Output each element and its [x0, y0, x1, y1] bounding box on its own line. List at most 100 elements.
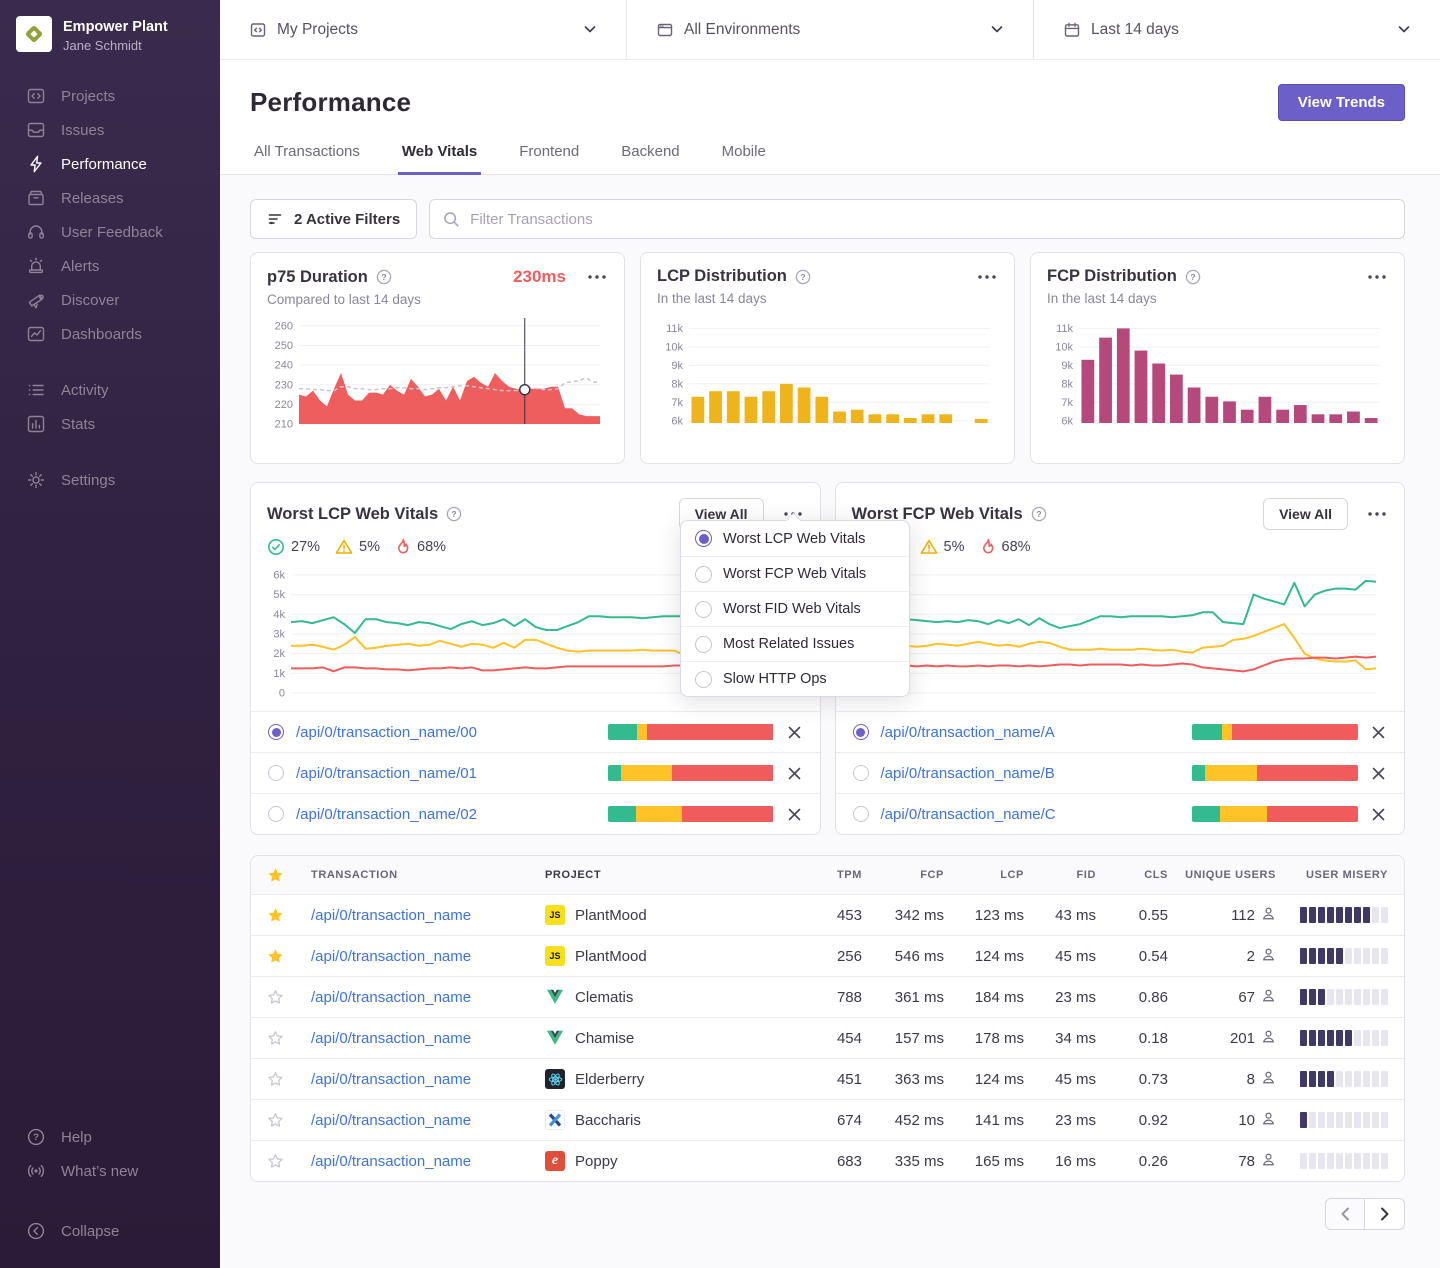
dropdown-item-label: Slow HTTP Ops: [723, 671, 827, 687]
close-icon[interactable]: [1370, 765, 1387, 782]
transaction-link[interactable]: /api/0/transaction_name: [311, 907, 471, 924]
dropdown-item-worst-fid-web-vitals[interactable]: Worst FID Web Vitals: [681, 591, 909, 626]
svg-text:8k: 8k: [1061, 378, 1073, 390]
project-name[interactable]: PlantMood: [575, 907, 647, 924]
card-menu-button[interactable]: [1366, 508, 1388, 520]
active-filters-button[interactable]: 2 Active Filters: [250, 199, 417, 239]
project-name[interactable]: Poppy: [575, 1153, 618, 1170]
svg-text:9k: 9k: [1061, 360, 1073, 372]
pagination-prev-button[interactable]: [1325, 1198, 1365, 1230]
project-name[interactable]: Baccharis: [575, 1112, 641, 1129]
column-header-cls: CLS: [1096, 869, 1168, 881]
project-name[interactable]: PlantMood: [575, 948, 647, 965]
star-outline-icon[interactable]: [267, 1071, 311, 1088]
close-icon[interactable]: [1370, 724, 1387, 741]
transaction-link[interactable]: /api/0/transaction_name/A: [881, 724, 1181, 741]
transaction-link[interactable]: /api/0/transaction_name/01: [296, 765, 596, 782]
transaction-link[interactable]: /api/0/transaction_name/02: [296, 806, 596, 823]
help-circle-icon[interactable]: ?: [1185, 269, 1201, 285]
project-name[interactable]: Clematis: [575, 989, 633, 1006]
project-name[interactable]: Chamise: [575, 1030, 634, 1047]
stats-icon: [26, 414, 46, 434]
tab-all-transactions[interactable]: All Transactions: [250, 143, 364, 175]
star-outline-icon[interactable]: [267, 989, 311, 1006]
transaction-link[interactable]: /api/0/transaction_name: [311, 989, 471, 1006]
star-filled-icon[interactable]: [267, 948, 311, 965]
tab-mobile[interactable]: Mobile: [718, 143, 770, 175]
project-name[interactable]: Elderberry: [575, 1071, 644, 1088]
help-circle-icon[interactable]: ?: [795, 269, 811, 285]
sidebar-item-activity[interactable]: Activity: [0, 373, 220, 407]
search-input[interactable]: [470, 211, 1391, 228]
org-switcher[interactable]: Empower Plant Jane Schmidt: [0, 14, 220, 79]
close-icon[interactable]: [1370, 806, 1387, 823]
card-menu-button[interactable]: [586, 271, 608, 283]
transaction-radio[interactable]: [268, 724, 284, 740]
help-circle-icon[interactable]: ?: [446, 506, 462, 522]
sidebar-item-alerts[interactable]: Alerts: [0, 249, 220, 283]
sidebar-item-label: Stats: [61, 416, 95, 433]
transaction-radio[interactable]: [268, 765, 284, 781]
sidebar-item-dashboards[interactable]: Dashboards: [0, 317, 220, 351]
sidebar-item-performance[interactable]: Performance: [0, 147, 220, 181]
view-trends-button[interactable]: View Trends: [1278, 84, 1405, 121]
pagination-next-button[interactable]: [1365, 1198, 1405, 1230]
sidebar-item-discover[interactable]: Discover: [0, 283, 220, 317]
sidebar-item-issues[interactable]: Issues: [0, 113, 220, 147]
sidebar-item-help[interactable]: ?Help: [0, 1120, 220, 1154]
tab-backend[interactable]: Backend: [617, 143, 683, 175]
transaction-link[interactable]: /api/0/transaction_name: [311, 948, 471, 965]
transaction-link[interactable]: /api/0/transaction_name/C: [881, 806, 1181, 823]
column-header-tpm: TPM: [800, 869, 862, 881]
close-icon[interactable]: [786, 765, 803, 782]
sidebar-item-projects[interactable]: Projects: [0, 79, 220, 113]
tab-web-vitals[interactable]: Web Vitals: [398, 143, 481, 175]
sidebar-collapse-button[interactable]: Collapse: [0, 1214, 220, 1248]
transaction-link[interactable]: /api/0/transaction_name: [311, 1030, 471, 1047]
discover-icon: [26, 290, 46, 310]
view-all-button[interactable]: View All: [1263, 498, 1348, 530]
card-subtitle: In the last 14 days: [657, 291, 998, 306]
star-outline-icon[interactable]: [267, 1112, 311, 1129]
svg-text:7k: 7k: [1061, 397, 1073, 409]
help-circle-icon[interactable]: ?: [376, 269, 392, 285]
transaction-radio[interactable]: [853, 724, 869, 740]
sidebar-item-what-s-new[interactable]: What’s new: [0, 1154, 220, 1188]
transaction-link[interactable]: /api/0/transaction_name: [311, 1112, 471, 1129]
dropdown-item-most-related-issues[interactable]: Most Related Issues: [681, 626, 909, 661]
environment-filter[interactable]: All Environments: [627, 0, 1034, 59]
date-range-filter[interactable]: Last 14 days: [1034, 0, 1440, 59]
svg-text:260: 260: [275, 320, 293, 332]
star-column-header[interactable]: [267, 867, 311, 884]
star-outline-icon[interactable]: [267, 1153, 311, 1170]
card-menu-button[interactable]: [976, 271, 998, 283]
user-misery-cell: [1276, 1030, 1388, 1046]
project-filter[interactable]: My Projects: [220, 0, 627, 59]
sidebar-item-stats[interactable]: Stats: [0, 407, 220, 441]
fid-value: 23 ms: [1024, 989, 1096, 1006]
transaction-link[interactable]: /api/0/transaction_name/00: [296, 724, 596, 741]
transaction-radio[interactable]: [853, 806, 869, 822]
close-icon[interactable]: [786, 724, 803, 741]
search-icon: [443, 211, 460, 228]
star-filled-icon[interactable]: [267, 907, 311, 924]
star-outline-icon[interactable]: [267, 1030, 311, 1047]
card-menu-button[interactable]: [1366, 271, 1388, 283]
dropdown-item-slow-http-ops[interactable]: Slow HTTP Ops: [681, 661, 909, 696]
close-icon[interactable]: [786, 806, 803, 823]
transaction-link[interactable]: /api/0/transaction_name: [311, 1153, 471, 1170]
sidebar-item-user-feedback[interactable]: User Feedback: [0, 215, 220, 249]
tab-frontend[interactable]: Frontend: [515, 143, 583, 175]
transaction-radio[interactable]: [853, 765, 869, 781]
help-circle-icon[interactable]: ?: [1031, 506, 1047, 522]
sidebar-item-settings[interactable]: Settings: [0, 463, 220, 497]
transaction-link[interactable]: /api/0/transaction_name: [311, 1071, 471, 1088]
sidebar-item-releases[interactable]: Releases: [0, 181, 220, 215]
dropdown-item-worst-lcp-web-vitals[interactable]: Worst LCP Web Vitals: [681, 521, 909, 556]
transaction-link[interactable]: /api/0/transaction_name/B: [881, 765, 1181, 782]
dropdown-item-worst-fcp-web-vitals[interactable]: Worst FCP Web Vitals: [681, 556, 909, 591]
unique-users-value: 201: [1230, 1030, 1255, 1047]
transaction-radio[interactable]: [268, 806, 284, 822]
fid-value: 16 ms: [1024, 1153, 1096, 1170]
fid-value: 43 ms: [1024, 907, 1096, 924]
